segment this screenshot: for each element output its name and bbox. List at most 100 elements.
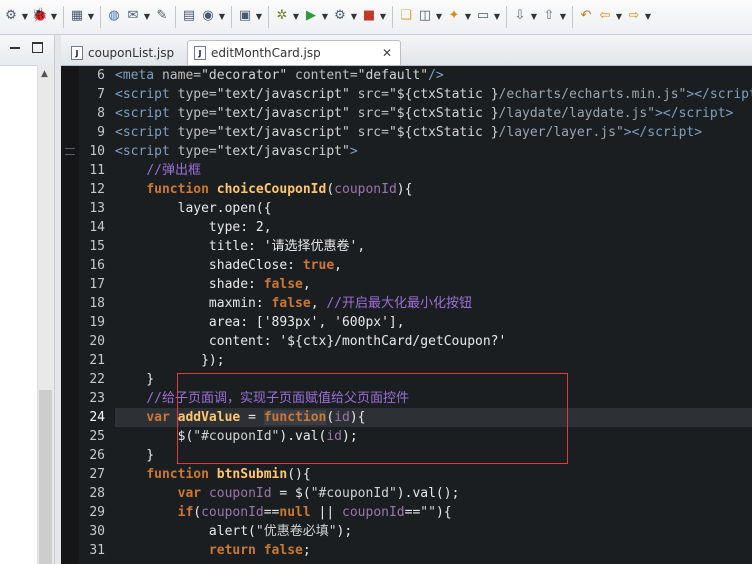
code-line: type: 2, bbox=[115, 220, 272, 235]
tab-editmonthcard[interactable]: J editMonthCard.jsp ✕ bbox=[187, 40, 401, 65]
code-line: layer.open({ bbox=[115, 201, 272, 216]
last-edit-icon[interactable]: ↶ bbox=[577, 7, 595, 25]
build-icon[interactable]: ▦ bbox=[68, 7, 86, 25]
code-area[interactable]: <meta name="decorator" content="default"… bbox=[115, 66, 752, 564]
line-number: 24 bbox=[89, 410, 105, 425]
run-icon[interactable]: ▶ bbox=[302, 7, 320, 25]
line-number: 11 bbox=[89, 163, 105, 178]
toolbar-separator bbox=[572, 6, 573, 28]
code-line: <script type="text/javascript" src="${ct… bbox=[115, 87, 752, 102]
debug-icon[interactable]: 🐞 bbox=[31, 7, 49, 25]
minimize-icon[interactable] bbox=[10, 47, 20, 49]
open-file-icon[interactable]: ▭ bbox=[474, 7, 492, 25]
code-line: function choiceCouponId(couponId){ bbox=[146, 182, 413, 197]
scroll-up-icon[interactable]: ▲ bbox=[41, 69, 48, 79]
dropdown-arrow-icon[interactable]: ▼ bbox=[464, 9, 472, 23]
line-number: 9 bbox=[97, 125, 105, 140]
code-line: shade: false, bbox=[115, 277, 311, 292]
line-number: 30 bbox=[89, 524, 105, 539]
code-line: maxmin: false, //开启最大化最小化按钮 bbox=[115, 296, 472, 311]
line-number: 23 bbox=[89, 391, 105, 406]
dropdown-arrow-icon[interactable]: ▼ bbox=[530, 9, 538, 23]
toolbar-separator bbox=[268, 6, 269, 28]
code-line: <meta name="decorator" content="default"… bbox=[115, 68, 444, 83]
jsp-file-icon: J bbox=[194, 46, 206, 60]
line-number: 20 bbox=[89, 334, 105, 349]
bug-icon[interactable]: ✲ bbox=[273, 7, 291, 25]
edit-icon[interactable]: ✎ bbox=[153, 7, 171, 25]
code-line: //弹出框 bbox=[146, 163, 201, 178]
dropdown-arrow-icon[interactable]: ▼ bbox=[559, 9, 567, 23]
open-type-icon[interactable]: ◫ bbox=[416, 7, 434, 25]
dropdown-arrow-icon[interactable]: ▼ bbox=[50, 9, 58, 23]
line-number: 13 bbox=[89, 201, 105, 216]
code-line: area: ['893px', '600px'], bbox=[115, 315, 405, 330]
line-number: 6 bbox=[97, 68, 105, 83]
code-line: } bbox=[115, 448, 155, 463]
code-line: function btnSubmin(){ bbox=[146, 467, 311, 482]
line-number: 16 bbox=[89, 258, 105, 273]
line-number: 29 bbox=[89, 505, 105, 520]
prev-annotation-icon[interactable]: ⇧ bbox=[540, 7, 558, 25]
toolbar-separator bbox=[63, 6, 64, 28]
code-line: if(couponId==null || couponId==""){ bbox=[177, 505, 452, 520]
dropdown-arrow-icon[interactable]: ▼ bbox=[21, 9, 29, 23]
line-number: 10 bbox=[89, 144, 105, 159]
line-number: 26 bbox=[89, 448, 105, 463]
tab-label: couponList.jsp bbox=[88, 45, 175, 60]
dropdown-arrow-icon[interactable]: ▼ bbox=[350, 9, 358, 23]
dropdown-arrow-icon[interactable]: ▼ bbox=[615, 9, 623, 23]
line-number: 28 bbox=[89, 486, 105, 501]
dropdown-arrow-icon[interactable]: ▼ bbox=[379, 9, 387, 23]
run-config-icon[interactable]: ⚙ bbox=[2, 7, 20, 25]
folder-open-icon[interactable]: ❏ bbox=[397, 7, 415, 25]
next-annotation-icon[interactable]: ⇩ bbox=[511, 7, 529, 25]
dropdown-arrow-icon[interactable]: ▼ bbox=[292, 9, 300, 23]
mail-icon[interactable]: ✉ bbox=[124, 7, 142, 25]
line-number: 27 bbox=[89, 467, 105, 482]
stop-icon[interactable]: ■ bbox=[360, 7, 378, 25]
back-icon[interactable]: ⇦ bbox=[596, 7, 614, 25]
run-config-icon[interactable]: ⚙ bbox=[331, 7, 349, 25]
globe-icon[interactable]: ◍ bbox=[105, 7, 123, 25]
code-line: content: '${ctx}/monthCard/getCoupon?' bbox=[115, 334, 507, 349]
code-line: } bbox=[115, 372, 155, 387]
line-number: 25 bbox=[89, 429, 105, 444]
dropdown-arrow-icon[interactable]: ▼ bbox=[435, 9, 443, 23]
line-number: 18 bbox=[89, 296, 105, 311]
dropdown-arrow-icon[interactable]: ▼ bbox=[493, 9, 501, 23]
main-toolbar: ⚙ ▼ 🐞 ▼ ▦ ▼ ◍ ✉ ▼ ✎ ▤ ◉ ▼ ▣ ▼ ✲ ▼ ▶ ▼ ⚙ ▼ ■ ▼ ❏ ◫ ▼ ✦ ▼ ▭ ▼ ⇩ ▼ ⇧ ▼ ↶ ⇦ ▼ ⇨ ▼ bbox=[0, 0, 752, 35]
scroll-thumb[interactable] bbox=[39, 390, 52, 564]
dropdown-arrow-icon[interactable]: ▼ bbox=[644, 9, 652, 23]
tab-couponlist[interactable]: J couponList.jsp bbox=[65, 40, 183, 65]
editor-tab-bar: J couponList.jsp J editMonthCard.jsp ✕ bbox=[61, 35, 752, 66]
line-number: 15 bbox=[89, 239, 105, 254]
highlight-annotation-box bbox=[177, 373, 568, 464]
line-number: 7 bbox=[97, 87, 105, 102]
dropdown-arrow-icon[interactable]: ▼ bbox=[255, 9, 263, 23]
line-number: 12 bbox=[89, 182, 105, 197]
package-icon[interactable]: ▤ bbox=[180, 7, 198, 25]
jsp-file-icon: J bbox=[71, 45, 83, 60]
dropdown-arrow-icon[interactable]: ▼ bbox=[143, 9, 151, 23]
camera-icon[interactable]: ▣ bbox=[236, 7, 254, 25]
dropdown-arrow-icon[interactable]: ▼ bbox=[321, 9, 329, 23]
dropdown-arrow-icon[interactable]: ▼ bbox=[218, 9, 226, 23]
dropdown-arrow-icon[interactable]: ▼ bbox=[87, 9, 95, 23]
line-number-gutter: 6 7 8 9 10 11 12 13 14 15 16 17 18 19 20 21 22 23 24 25 26 27… bbox=[79, 66, 115, 564]
code-editor[interactable]: 6 7 8 9 10 11 12 13 14 15 16 17 18 19 20 21 22 23 24 25 26 27… bbox=[61, 66, 752, 564]
close-tab-icon[interactable]: ✕ bbox=[382, 46, 392, 60]
line-number: 21 bbox=[89, 353, 105, 368]
code-line: alert("优惠卷必填"); bbox=[115, 524, 353, 539]
code-line: <script type="text/javascript" src="${ct… bbox=[115, 106, 734, 121]
forward-icon[interactable]: ⇨ bbox=[625, 7, 643, 25]
toolbar-separator bbox=[506, 6, 507, 28]
toolbar-separator bbox=[231, 6, 232, 28]
left-panel-scrollbar[interactable]: ▲ bbox=[37, 65, 54, 564]
code-line: <script type="text/javascript" src="${ct… bbox=[115, 125, 703, 140]
left-panel-header bbox=[0, 35, 54, 66]
search-icon[interactable]: ✦ bbox=[445, 7, 463, 25]
ruler-mark bbox=[65, 148, 75, 149]
browser-icon[interactable]: ◉ bbox=[199, 7, 217, 25]
maximize-icon[interactable] bbox=[32, 42, 43, 53]
